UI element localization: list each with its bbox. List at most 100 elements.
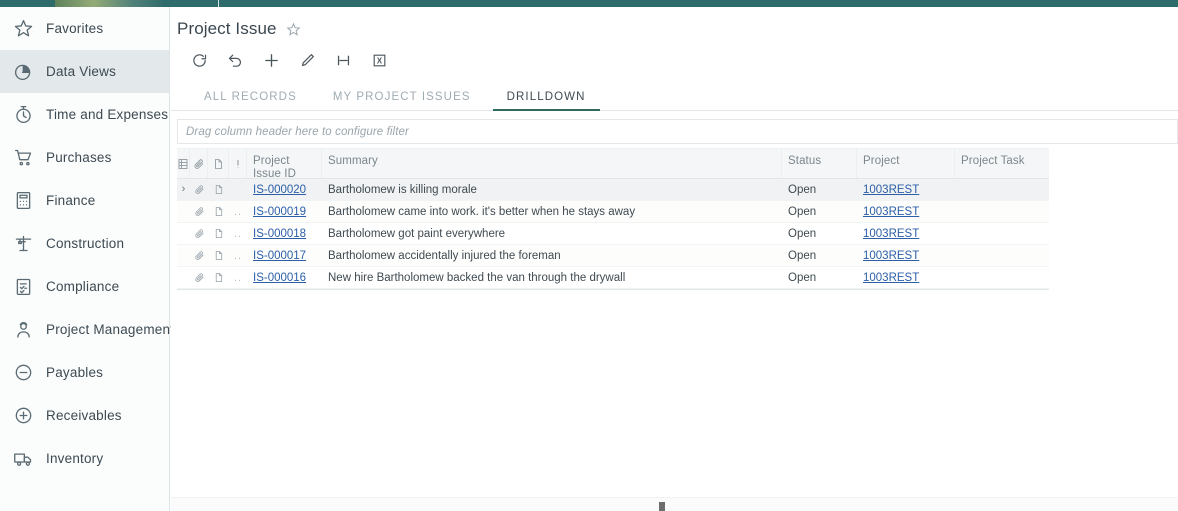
issue-id-link-text[interactable]: IS-000019 [253, 206, 306, 218]
issue-id-link[interactable]: IS-000020 [247, 179, 322, 201]
star-icon [13, 18, 34, 39]
tab-all-records[interactable]: ALL RECORDS [186, 91, 315, 110]
sidebar-item-label: Construction [46, 236, 125, 251]
attachment-icon[interactable] [190, 223, 208, 245]
sidebar-item-construction[interactable]: Construction [0, 222, 169, 265]
project-link[interactable]: 1003REST [857, 179, 955, 201]
status-cell: Open [788, 183, 817, 196]
issue-id-link-text[interactable]: IS-000017 [253, 250, 306, 262]
pie-chart-icon [13, 61, 34, 82]
project-link[interactable]: 1003REST [857, 245, 955, 267]
attachment-icon[interactable] [190, 179, 208, 201]
tab-my-project-issues[interactable]: MY PROJECT ISSUES [315, 91, 489, 110]
table-row[interactable]: .. IS-000017 Bartholomew accidentally inju… [177, 245, 1049, 267]
sidebar-item-receivables[interactable]: Receivables [0, 394, 169, 437]
issue-id-link[interactable]: IS-000016 [247, 267, 322, 289]
project-task-cell [955, 179, 1049, 201]
status-cell: Open [788, 227, 817, 240]
table-row[interactable]: .. IS-000016 New hire Bartholomew backed t… [177, 267, 1049, 289]
issue-id-link[interactable]: IS-000018 [247, 223, 322, 245]
filter-drop-area[interactable]: Drag column header here to configure fil… [177, 119, 1178, 144]
sidebar-item-purchases[interactable]: Purchases [0, 136, 169, 179]
sidebar-item-compliance[interactable]: Compliance [0, 265, 169, 308]
summary-cell: Bartholomew accidentally injured the for… [328, 249, 561, 262]
table-row[interactable]: .. IS-000018 Bartholomew got paint everywh… [177, 223, 1049, 245]
edit-button[interactable] [289, 46, 325, 74]
project-link-text[interactable]: 1003REST [863, 206, 919, 218]
undo-button[interactable] [217, 46, 253, 74]
grid-header-row: Project Issue ID Summary Status Project … [177, 148, 1049, 180]
worker-icon [13, 319, 34, 340]
sidebar-item-label: Compliance [46, 279, 120, 294]
note-icon[interactable] [208, 267, 229, 289]
sidebar-item-inventory[interactable]: Inventory [0, 437, 169, 480]
column-header-project[interactable]: Project [857, 149, 955, 178]
main-sidebar: Favorites Data Views Time and Expenses Purc… [0, 7, 174, 511]
fit-columns-button[interactable] [325, 46, 361, 74]
sidebar-item-label: Favorites [46, 21, 104, 36]
view-tabs: ALL RECORDS MY PROJECT ISSUES DRILLDOWN [171, 81, 1178, 111]
circle-minus-icon [13, 362, 34, 383]
attachment-icon[interactable] [190, 201, 208, 223]
plus-icon [263, 52, 280, 69]
issue-id-link-text[interactable]: IS-000016 [253, 272, 306, 284]
row-expand-toggle[interactable]: › [177, 179, 190, 201]
action-toolbar: X [171, 39, 1178, 74]
project-link-text[interactable]: 1003REST [863, 272, 919, 284]
attachment-icon[interactable] [190, 245, 208, 267]
sidebar-item-label: Finance [46, 193, 96, 208]
sidebar-item-favorites[interactable]: Favorites [0, 7, 169, 50]
project-link[interactable]: 1003REST [857, 267, 955, 289]
column-header-attachment[interactable] [190, 149, 208, 178]
project-link[interactable]: 1003REST [857, 223, 955, 245]
column-header-note[interactable] [208, 149, 229, 178]
project-task-cell [955, 201, 1049, 223]
column-header-project-task[interactable]: Project Task [955, 149, 1049, 178]
application-window: Favorites Data Views Time and Expenses Purc… [0, 0, 1178, 511]
project-link-text[interactable]: 1003REST [863, 250, 919, 262]
topbar-divider [218, 0, 219, 7]
row-expand-toggle[interactable] [177, 267, 190, 289]
column-header-status[interactable]: Status [782, 149, 857, 178]
grid-body: › IS-000020 Bartholomew is killing morale O… [177, 179, 1178, 289]
sidebar-item-finance[interactable]: Finance [0, 179, 169, 222]
note-icon[interactable] [208, 179, 229, 201]
issue-id-link-text[interactable]: IS-000018 [253, 228, 306, 240]
export-excel-button[interactable]: X [361, 46, 397, 74]
note-icon[interactable] [208, 223, 229, 245]
refresh-icon [191, 52, 208, 69]
row-expand-toggle[interactable] [177, 201, 190, 223]
row-expand-toggle[interactable] [177, 223, 190, 245]
sidebar-item-time-and-expenses[interactable]: Time and Expenses [0, 93, 169, 136]
issue-id-link[interactable]: IS-000017 [247, 245, 322, 267]
status-cell: Open [788, 271, 817, 284]
tab-drilldown[interactable]: DRILLDOWN [489, 91, 604, 111]
add-button[interactable] [253, 46, 289, 74]
project-link[interactable]: 1003REST [857, 201, 955, 223]
summary-cell: New hire Bartholomew backed the van thro… [328, 271, 626, 284]
app-logo [55, 0, 165, 7]
project-link-text[interactable]: 1003REST [863, 228, 919, 240]
column-header-summary[interactable]: Summary [322, 149, 782, 178]
column-header-priority[interactable] [229, 149, 247, 178]
table-row[interactable]: .. IS-000019 Bartholomew came into work. i… [177, 201, 1049, 223]
attachment-icon[interactable] [190, 267, 208, 289]
sidebar-item-data-views[interactable]: Data Views [0, 50, 169, 93]
note-icon[interactable] [208, 201, 229, 223]
note-icon[interactable] [208, 245, 229, 267]
project-link-text[interactable]: 1003REST [863, 184, 919, 196]
summary-cell: Bartholomew got paint everywhere [328, 227, 506, 240]
project-task-cell [955, 223, 1049, 245]
issue-id-link-text[interactable]: IS-000020 [253, 184, 306, 196]
row-expand-toggle[interactable] [177, 245, 190, 267]
column-header-settings[interactable] [177, 149, 190, 178]
svg-text:X: X [376, 56, 382, 65]
issue-id-link[interactable]: IS-000019 [247, 201, 322, 223]
favorite-star-icon[interactable] [286, 22, 301, 37]
sidebar-item-payables[interactable]: Payables [0, 351, 169, 394]
column-header-project-issue-id[interactable]: Project Issue ID [247, 149, 322, 180]
sidebar-item-project-management[interactable]: Project Management [0, 308, 174, 351]
priority-indicator: .. [233, 205, 243, 218]
table-row[interactable]: › IS-000020 Bartholomew is killing morale O… [177, 179, 1049, 201]
refresh-button[interactable] [181, 46, 217, 74]
